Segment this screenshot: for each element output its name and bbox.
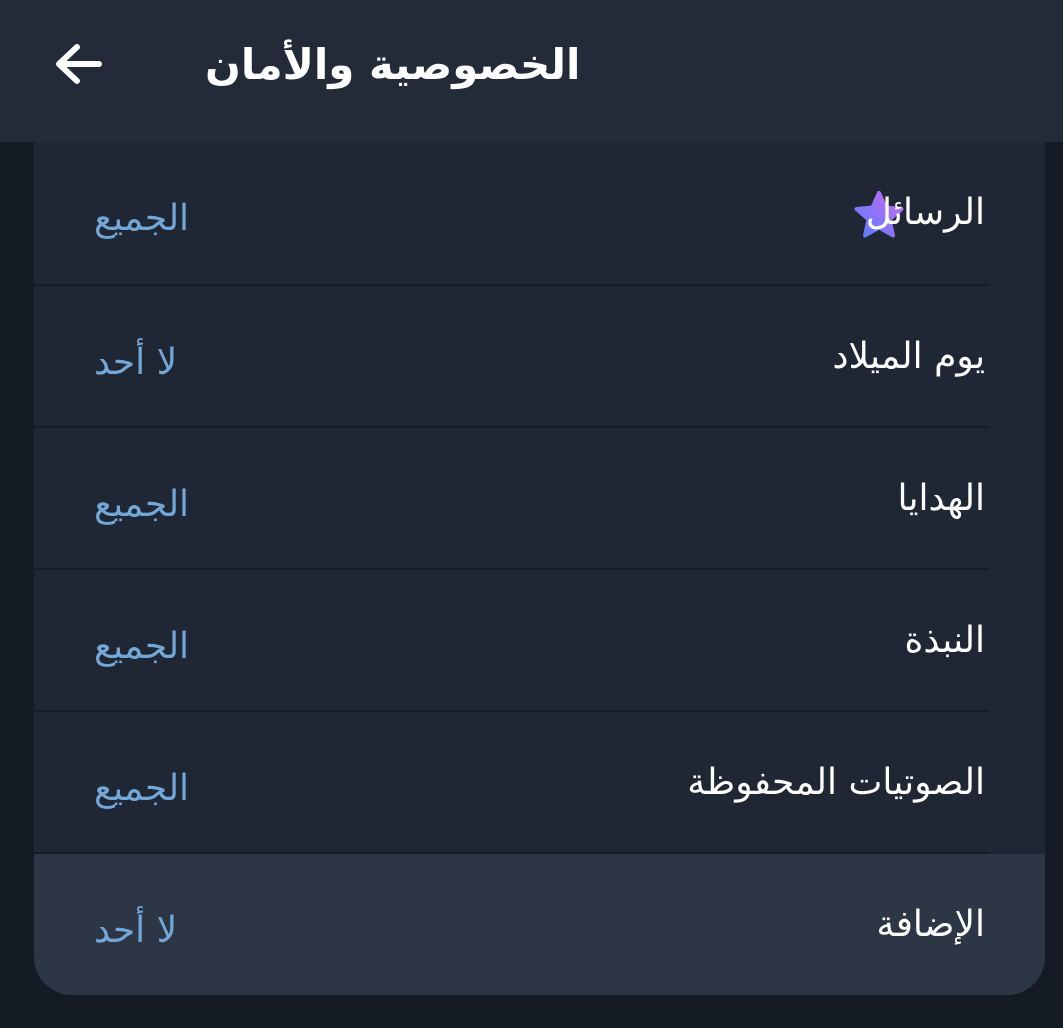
setting-value: الجميع: [94, 768, 190, 809]
setting-value: الجميع: [94, 626, 190, 667]
arrow-left-icon: [56, 44, 102, 84]
setting-row-birthday[interactable]: يوم الميلاد لا أحد: [34, 286, 1045, 428]
setting-row-saved-music[interactable]: الصوتيات المحفوظة الجميع: [34, 712, 1045, 854]
setting-label: النبذة: [904, 620, 985, 661]
setting-label: الصوتيات المحفوظة: [687, 762, 985, 803]
back-button[interactable]: [48, 30, 108, 98]
setting-row-messages[interactable]: الرسائل الجميع: [34, 142, 1045, 284]
setting-label: يوم الميلاد: [832, 336, 985, 377]
app-header: الخصوصية والأمان: [0, 0, 1063, 142]
page-title: الخصوصية والأمان: [205, 40, 581, 89]
setting-label: الإضافة: [876, 904, 985, 945]
setting-label: الرسائل: [865, 192, 985, 233]
setting-row-bio[interactable]: النبذة الجميع: [34, 570, 1045, 712]
privacy-settings-list: الرسائل الجميع يوم الميلاد لا أحد الهداي…: [34, 142, 1045, 995]
setting-row-gifts[interactable]: الهدايا الجميع: [34, 428, 1045, 570]
setting-value: لا أحد: [94, 342, 178, 383]
setting-row-invites[interactable]: الإضافة لا أحد: [34, 854, 1045, 995]
setting-label: الهدايا: [897, 478, 985, 519]
setting-value: لا أحد: [94, 910, 178, 951]
setting-value: الجميع: [94, 198, 190, 239]
setting-value: الجميع: [94, 484, 190, 525]
